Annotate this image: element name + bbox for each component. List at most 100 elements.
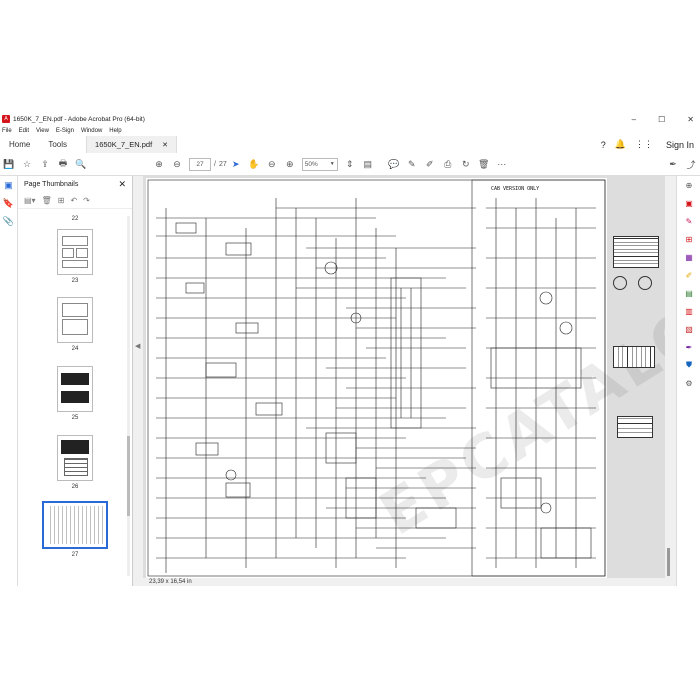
comment-icon[interactable]: ✐ [677, 266, 700, 284]
wiring-schematic [147, 179, 606, 577]
zoom-select[interactable]: 50% ▼ [301, 157, 338, 171]
acrobat-logo-icon: A [2, 115, 10, 123]
combine-icon[interactable]: ▤ [677, 284, 700, 302]
delete-icon[interactable]: 🗑 [477, 157, 491, 171]
window-title: 1650K_7_EN.pdf - Adobe Acrobat Pro (64-b… [13, 115, 145, 123]
thumbnail-scrollbar[interactable] [127, 216, 130, 576]
page-separator: / [214, 160, 216, 168]
tab-tools[interactable]: Tools [39, 140, 76, 149]
search-icon[interactable]: ⊕ [677, 176, 700, 194]
collapse-panel-icon[interactable]: ◀ [135, 342, 140, 350]
redact-icon[interactable]: ▧ [677, 320, 700, 338]
page-total: 27 [218, 160, 227, 168]
attachments-icon[interactable]: 📎 [0, 212, 17, 230]
highlight-icon[interactable]: ✐ [423, 157, 437, 171]
thumbnail-image [57, 366, 93, 412]
hand-tool-icon[interactable]: ✋ [247, 157, 261, 171]
main-toolbar: 💾 ☆ ⇪ 🖶 🔍 ⊕ ⊖ 27 / 27 ➤ ✋ ⊖ ⊕ 50% ▼ ⇕ ▤ … [0, 153, 700, 176]
pdf-page: CAB VERSION ONLY EPCATALOGS.COM [146, 176, 665, 578]
rotate-icon[interactable]: ↻ [459, 157, 473, 171]
fit-page-icon[interactable]: ⇕ [343, 157, 357, 171]
document-scrollbar[interactable] [665, 176, 673, 586]
fill-sign-icon[interactable]: ✒ [677, 338, 700, 356]
find-icon[interactable]: 🔍 [74, 157, 88, 171]
menu-file[interactable]: File [2, 128, 12, 134]
comment-icon[interactable]: 💬 [387, 157, 401, 171]
thumbnail-item[interactable]: 24 [18, 297, 132, 352]
create-pdf-icon[interactable]: ⊞ [677, 230, 700, 248]
menu-help[interactable]: Help [109, 128, 121, 134]
print-icon[interactable]: 🖶 [56, 157, 70, 171]
panel-header: Page Thumbnails ✕ [18, 176, 132, 192]
sign-in-button[interactable]: Sign In [666, 140, 694, 150]
thumbnail-item[interactable]: 25 [18, 366, 132, 421]
thumbnail-image-selected [42, 501, 108, 549]
options-menu-icon[interactable]: ▤▾ [24, 196, 36, 205]
edit-pdf-icon[interactable]: ✎ [677, 212, 700, 230]
delete-page-icon[interactable]: 🗑 [42, 196, 52, 205]
tab-bar: Home Tools 1650K_7_EN.pdf ✕ ? 🔔 ⋮⋮ Sign … [0, 136, 700, 154]
notifications-icon[interactable]: 🔔 [615, 139, 626, 150]
thumbnail-item[interactable]: 22 [18, 216, 132, 222]
bookmarks-icon[interactable]: 🔖 [0, 194, 17, 212]
menu-edit[interactable]: Edit [19, 128, 29, 134]
document-viewport[interactable]: CAB VERSION ONLY EPCATALOGS.COM [143, 176, 665, 578]
menu-window[interactable]: Window [81, 128, 102, 134]
save-icon[interactable]: 💾 [2, 157, 16, 171]
page-thumbnails-panel: Page Thumbnails ✕ ▤▾ 🗑 ⊞ ↶ ↷ 22 23 24 25… [18, 176, 133, 586]
menu-view[interactable]: View [36, 128, 49, 134]
thumbnail-image [57, 297, 93, 343]
compress-icon[interactable]: ▥ [677, 302, 700, 320]
cab-version-header: CAB VERSION ONLY [491, 186, 540, 192]
zoom-out-icon[interactable]: ⊖ [265, 157, 279, 171]
next-page-icon[interactable]: ⊖ [170, 157, 184, 171]
bookmark-star-icon[interactable]: ☆ [20, 157, 34, 171]
menu-esign[interactable]: E-Sign [56, 128, 74, 134]
thumbnail-label: 23 [71, 278, 79, 284]
left-rail: ▣ 🔖 📎 [0, 176, 18, 586]
help-icon[interactable]: ? [601, 140, 606, 150]
upload-icon[interactable]: ⇪ [38, 157, 52, 171]
minimize-button[interactable]: – [632, 115, 636, 124]
redo-icon[interactable]: ↷ [83, 196, 90, 205]
apps-grid-icon[interactable]: ⋮⋮ [635, 139, 653, 150]
previous-page-icon[interactable]: ⊕ [152, 157, 166, 171]
panel-title: Page Thumbnails [24, 180, 79, 188]
thumbnail-item[interactable]: 26 [18, 435, 132, 490]
thumbnail-label: 24 [71, 346, 79, 352]
tab-home[interactable]: Home [0, 140, 39, 149]
connector-diagram-icon [638, 276, 652, 290]
acrobat-window: A 1650K_7_EN.pdf - Adobe Acrobat Pro (64… [0, 112, 700, 586]
maximize-button[interactable]: ☐ [658, 115, 665, 124]
panel-tools: ▤▾ 🗑 ⊞ ↶ ↷ [18, 192, 132, 209]
sign-pen-icon[interactable]: ✒ [666, 157, 680, 171]
close-tab-icon[interactable]: ✕ [162, 141, 168, 149]
protect-icon[interactable]: ⛊ [677, 356, 700, 374]
legend-table [613, 236, 659, 268]
close-panel-icon[interactable]: ✕ [118, 179, 126, 190]
right-tools-rail: ⊕ ▣ ✎ ⊞ ▦ ✐ ▤ ▥ ▧ ✒ ⛊ ⚙ [676, 176, 700, 586]
thumbnail-label: 25 [71, 415, 79, 421]
share-icon[interactable]: ⤴ [684, 157, 698, 171]
export-pdf-icon[interactable]: ▣ [677, 194, 700, 212]
more-tools-icon[interactable]: ⚙ [677, 374, 700, 392]
more-options-icon[interactable]: ⋯ [495, 157, 509, 171]
stamp-icon[interactable]: ⎙ [441, 157, 455, 171]
undo-icon[interactable]: ↶ [70, 196, 77, 205]
thumbnail-item[interactable]: 23 [18, 229, 132, 284]
thumbnail-image [57, 435, 93, 481]
select-cursor-icon[interactable]: ➤ [229, 157, 243, 171]
scroll-mode-icon[interactable]: ▤ [361, 157, 375, 171]
page-thumbnails-icon[interactable]: ▣ [0, 176, 17, 194]
thumbnail-label: 26 [71, 484, 79, 490]
tab-document[interactable]: 1650K_7_EN.pdf ✕ [86, 136, 178, 153]
organize-icon[interactable]: ▦ [677, 248, 700, 266]
pen-icon[interactable]: ✎ [405, 157, 419, 171]
zoom-in-icon[interactable]: ⊕ [283, 157, 297, 171]
document-tab-label: 1650K_7_EN.pdf [95, 140, 153, 149]
title-bar: A 1650K_7_EN.pdf - Adobe Acrobat Pro (64… [0, 112, 700, 126]
close-button[interactable]: ✕ [687, 115, 694, 124]
page-number-input[interactable]: 27 [189, 157, 211, 171]
insert-page-icon[interactable]: ⊞ [58, 196, 65, 205]
thumbnail-item[interactable]: 27 [18, 501, 132, 558]
